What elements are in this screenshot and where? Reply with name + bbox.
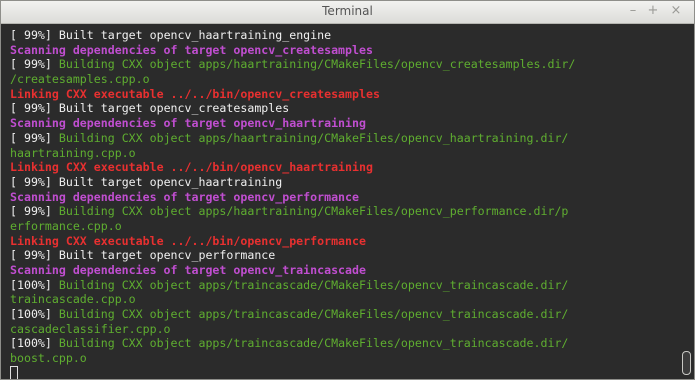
terminal-text-segment: [ 99%] [10, 130, 59, 145]
terminal-line: [ 99%] Building CXX object apps/haartrai… [10, 131, 678, 146]
terminal-line: Linking CXX executable ../../bin/opencv_… [10, 160, 678, 175]
terminal-line: Scanning dependencies of target opencv_h… [10, 116, 678, 131]
scrollbar-thumb[interactable] [682, 351, 691, 375]
terminal-text-segment: erformance.cpp.o [10, 218, 122, 233]
minimize-icon[interactable]: – [626, 3, 640, 18]
terminal-text-segment: [ 99%] [10, 204, 59, 219]
vertical-scrollbar[interactable] [678, 24, 694, 379]
terminal-text-segment: Linking CXX executable ../../bin/opencv_… [10, 160, 373, 175]
terminal-line: [ 99%] Built target opencv_performance [10, 248, 678, 263]
terminal-text-segment: Linking CXX executable ../../bin/opencv_… [10, 86, 380, 101]
terminal-text-segment: [100%] [10, 336, 59, 351]
terminal-text-segment: [100%] [10, 307, 59, 322]
terminal-text-segment: cascadeclassifier.cpp.o [10, 321, 171, 336]
terminal-text-segment: Built target opencv_haartraining_engine [58, 28, 332, 42]
terminal-line: [ 99%] Built target opencv_haartraining [10, 175, 678, 190]
terminal-text-segment: haartraining.cpp.o [10, 145, 136, 160]
terminal-text-segment: Building CXX object apps/traincascade/CM… [58, 336, 569, 351]
terminal-text-segment: Linking CXX executable ../../bin/opencv_… [10, 233, 366, 248]
terminal-text-segment: Built target opencv_performance [58, 248, 276, 263]
terminal-text-segment: Building CXX object apps/haartraining/CM… [58, 57, 576, 72]
terminal-text-segment: Building CXX object apps/haartraining/CM… [58, 130, 569, 145]
title-bar[interactable]: Terminal – + × [1, 1, 694, 24]
terminal-text-segment: Built target opencv_createsamples [58, 101, 290, 116]
terminal-line: [ 99%] Building CXX object apps/haartrai… [10, 57, 678, 72]
terminal-text-segment: /createsamples.cpp.o [10, 72, 150, 87]
terminal-text-segment: [ 99%] [10, 28, 59, 42]
terminal-line: cascadeclassifier.cpp.o [10, 322, 678, 337]
terminal-line: boost.cpp.o [10, 351, 678, 366]
terminal-output[interactable]: [ 99%] Built target opencv_haartraining_… [1, 24, 678, 379]
terminal-text-segment: Building CXX object apps/traincascade/CM… [58, 307, 569, 322]
terminal-line: [100%] Building CXX object apps/traincas… [10, 278, 678, 293]
terminal-line: [ 99%] Built target opencv_haartraining_… [10, 28, 678, 43]
terminal-line: [ 99%] Building CXX object apps/haartrai… [10, 204, 678, 219]
terminal-line: erformance.cpp.o [10, 219, 678, 234]
maximize-icon[interactable]: + [646, 3, 660, 18]
terminal-text-segment: [ 99%] [10, 101, 59, 116]
terminal-text-segment: [ 99%] [10, 57, 59, 72]
prompt-line [10, 365, 678, 379]
terminal-line: [100%] Building CXX object apps/traincas… [10, 336, 678, 351]
terminal-text-segment: boost.cpp.o [10, 351, 87, 366]
terminal-line: [ 99%] Built target opencv_createsamples [10, 101, 678, 116]
terminal-text-segment: Built target opencv_haartraining [58, 174, 283, 189]
cursor-icon [10, 365, 18, 379]
close-icon[interactable]: × [669, 3, 683, 18]
terminal-text-segment: [ 99%] [10, 248, 59, 263]
terminal-text-segment: traincascade.cpp.o [10, 292, 136, 307]
terminal-window: Terminal – + × [ 99%] Built target openc… [0, 0, 695, 380]
terminal-text-segment: Scanning dependencies of target opencv_h… [10, 116, 366, 131]
terminal-text-segment: Scanning dependencies of target opencv_t… [10, 263, 366, 277]
terminal-line: [100%] Building CXX object apps/traincas… [10, 307, 678, 322]
terminal-line: Linking CXX executable ../../bin/opencv_… [10, 87, 678, 102]
terminal-line: haartraining.cpp.o [10, 146, 678, 161]
terminal-line: traincascade.cpp.o [10, 292, 678, 307]
terminal-line: Scanning dependencies of target opencv_p… [10, 190, 678, 205]
terminal-line: Scanning dependencies of target opencv_c… [10, 43, 678, 58]
terminal-line: /createsamples.cpp.o [10, 72, 678, 87]
terminal-text-segment: [100%] [10, 277, 59, 292]
terminal-text-segment: Building CXX object apps/haartraining/CM… [58, 204, 569, 219]
terminal-line: Scanning dependencies of target opencv_t… [10, 263, 678, 278]
window-title: Terminal [322, 4, 373, 18]
terminal-text-segment: Building CXX object apps/traincascade/CM… [58, 277, 569, 292]
terminal-text-segment: Scanning dependencies of target opencv_p… [10, 189, 360, 204]
terminal-text-segment: Scanning dependencies of target opencv_c… [10, 42, 373, 57]
terminal-text-segment: [ 99%] [10, 174, 59, 189]
terminal-line: Linking CXX executable ../../bin/opencv_… [10, 234, 678, 249]
